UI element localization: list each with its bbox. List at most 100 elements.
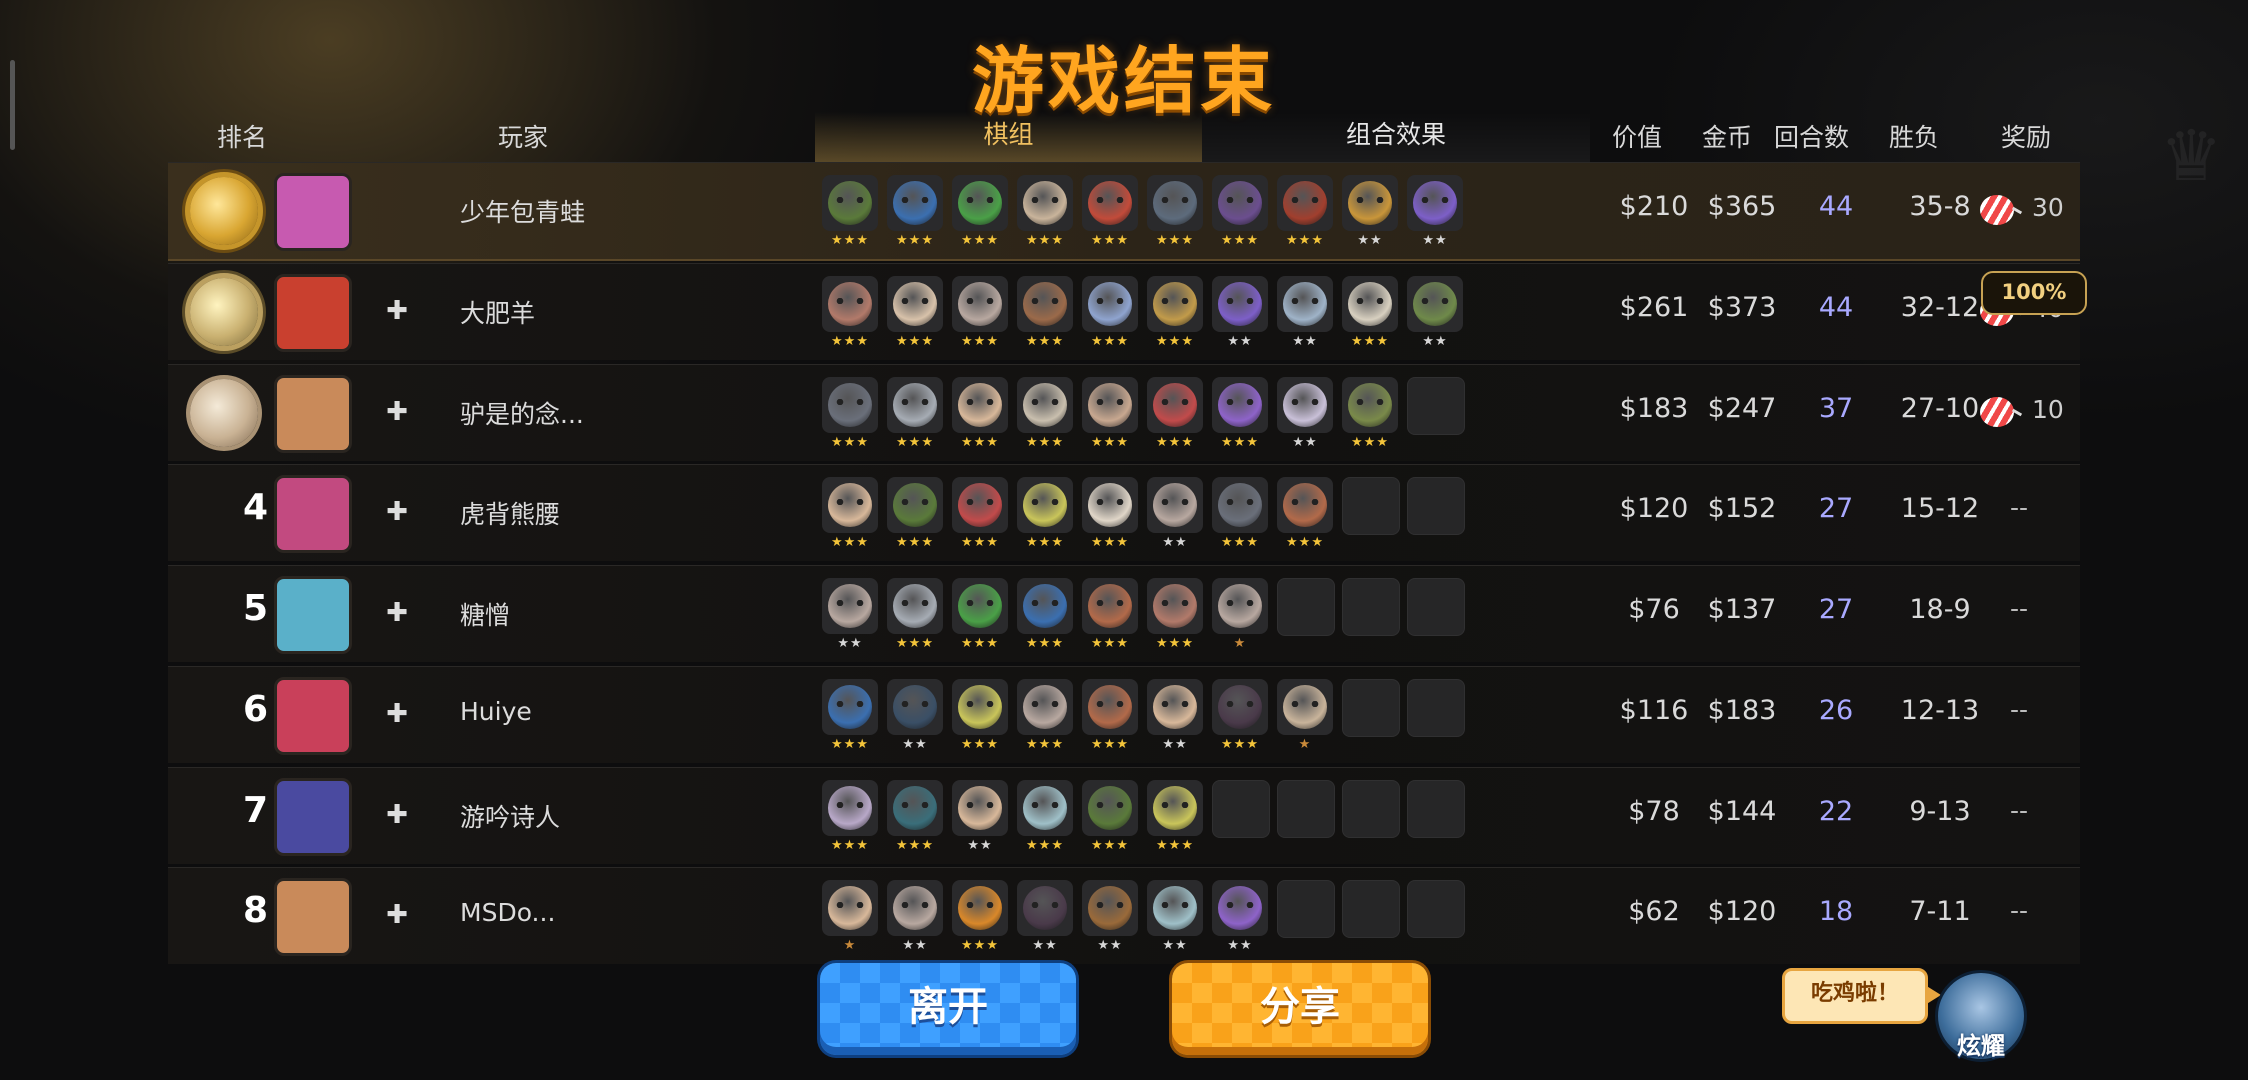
- avatar[interactable]: [274, 173, 352, 251]
- chess-piece[interactable]: [952, 477, 1008, 533]
- chess-piece[interactable]: [1407, 276, 1463, 332]
- chess-piece[interactable]: [1147, 679, 1203, 735]
- table-row[interactable]: 6 ✚ Huiye ★★★ ★★ ★★★ ★★★ ★★★ ★★ ★★★ ★ $1…: [168, 666, 2080, 763]
- chess-piece[interactable]: [1017, 377, 1073, 433]
- chess-piece[interactable]: [1212, 578, 1268, 634]
- avatar[interactable]: [274, 878, 352, 956]
- chess-piece[interactable]: [1082, 276, 1138, 332]
- add-friend-icon[interactable]: ✚: [382, 397, 412, 427]
- chess-piece[interactable]: [952, 377, 1008, 433]
- chess-piece[interactable]: [1212, 276, 1268, 332]
- table-row[interactable]: 少年包青蛙 ★★★ ★★★ ★★★ ★★★ ★★★ ★★★ ★★★ ★★★ ★★…: [168, 162, 2080, 261]
- chess-piece[interactable]: [1277, 679, 1333, 735]
- add-friend-icon[interactable]: ✚: [382, 800, 412, 830]
- chess-piece[interactable]: [1147, 377, 1203, 433]
- chess-piece[interactable]: [1082, 679, 1138, 735]
- avatar[interactable]: [274, 576, 352, 654]
- show-off-label[interactable]: 炫耀: [1936, 1026, 2026, 1061]
- chess-piece[interactable]: [1342, 276, 1398, 332]
- chess-piece[interactable]: [1147, 880, 1203, 936]
- add-friend-icon[interactable]: ✚: [382, 497, 412, 527]
- add-friend-icon[interactable]: ✚: [382, 296, 412, 326]
- chess-piece[interactable]: [887, 477, 943, 533]
- chess-piece[interactable]: [1082, 477, 1138, 533]
- chess-piece[interactable]: [1017, 175, 1073, 231]
- chess-piece[interactable]: [1017, 276, 1073, 332]
- avatar[interactable]: [274, 778, 352, 856]
- table-row[interactable]: 8 ✚ MSDo... ★ ★★ ★★★ ★★ ★★ ★★ ★★ $62 $12…: [168, 867, 2080, 964]
- tab-pieces[interactable]: 棋组: [815, 112, 1202, 165]
- chess-piece[interactable]: [822, 880, 878, 936]
- chess-piece[interactable]: [1277, 276, 1333, 332]
- chess-piece[interactable]: [1212, 880, 1268, 936]
- empty-slot: [1277, 578, 1335, 636]
- star-rating: ★★★: [1156, 435, 1194, 450]
- chess-piece[interactable]: [822, 578, 878, 634]
- add-friend-icon[interactable]: ✚: [382, 598, 412, 628]
- table-row[interactable]: 4 ✚ 虎背熊腰 ★★★ ★★★ ★★★ ★★★ ★★★ ★★ ★★★ ★★★ …: [168, 464, 2080, 561]
- avatar[interactable]: [274, 274, 352, 352]
- chess-piece[interactable]: [887, 780, 943, 836]
- chess-piece[interactable]: [1407, 175, 1463, 231]
- chess-piece[interactable]: [1147, 175, 1203, 231]
- chess-piece[interactable]: [1342, 175, 1398, 231]
- chess-piece[interactable]: [1017, 679, 1073, 735]
- chess-piece[interactable]: [1017, 477, 1073, 533]
- rounds-cell: 27: [1818, 594, 1854, 625]
- chess-piece[interactable]: [1147, 477, 1203, 533]
- chess-piece[interactable]: [1212, 175, 1268, 231]
- chess-piece[interactable]: [1147, 780, 1203, 836]
- chess-piece[interactable]: [952, 276, 1008, 332]
- chess-piece[interactable]: [952, 880, 1008, 936]
- chess-piece[interactable]: [822, 377, 878, 433]
- chess-piece[interactable]: [822, 276, 878, 332]
- chess-piece[interactable]: [1082, 377, 1138, 433]
- chess-piece[interactable]: [1342, 377, 1398, 433]
- add-friend-icon[interactable]: ✚: [382, 900, 412, 930]
- star-rating: ★★★: [961, 636, 999, 651]
- table-row[interactable]: ✚ 驴是的念... ★★★ ★★★ ★★★ ★★★ ★★★ ★★★ ★★★ ★★…: [168, 364, 2080, 461]
- star-rating: ★★★: [1026, 233, 1064, 248]
- chess-piece[interactable]: [1147, 578, 1203, 634]
- chess-piece[interactable]: [1017, 880, 1073, 936]
- chess-piece[interactable]: [1082, 175, 1138, 231]
- chess-piece[interactable]: [887, 175, 943, 231]
- chess-piece[interactable]: [1277, 377, 1333, 433]
- avatar[interactable]: [274, 375, 352, 453]
- table-row[interactable]: 7 ✚ 游吟诗人 ★★★ ★★★ ★★ ★★★ ★★★ ★★★ $78 $144 22 9-…: [168, 767, 2080, 864]
- chess-piece[interactable]: [822, 780, 878, 836]
- chess-piece[interactable]: [822, 679, 878, 735]
- chess-piece[interactable]: [1212, 377, 1268, 433]
- leave-button[interactable]: 离开: [820, 963, 1076, 1055]
- chess-piece[interactable]: [1277, 477, 1333, 533]
- chess-piece[interactable]: [887, 679, 943, 735]
- chess-piece[interactable]: [1277, 175, 1333, 231]
- table-row[interactable]: ✚ 大肥羊 ★★★ ★★★ ★★★ ★★★ ★★★ ★★★ ★★ ★★ ★★★ …: [168, 263, 2080, 360]
- star-rating: ★★: [1227, 334, 1253, 349]
- tab-synergy[interactable]: 组合效果: [1202, 112, 1590, 162]
- chess-piece[interactable]: [952, 578, 1008, 634]
- chess-piece[interactable]: [887, 377, 943, 433]
- chess-piece[interactable]: [887, 880, 943, 936]
- share-button[interactable]: 分享: [1172, 963, 1428, 1055]
- chess-piece[interactable]: [822, 477, 878, 533]
- avatar[interactable]: [274, 677, 352, 755]
- chess-piece[interactable]: [1082, 578, 1138, 634]
- chess-piece[interactable]: [822, 175, 878, 231]
- chess-piece[interactable]: [1017, 780, 1073, 836]
- chess-piece[interactable]: [1212, 477, 1268, 533]
- chess-piece[interactable]: [1212, 679, 1268, 735]
- chess-piece[interactable]: [952, 679, 1008, 735]
- table-row[interactable]: 5 ✚ 糖憎 ★★ ★★★ ★★★ ★★★ ★★★ ★★★ ★ $76 $137…: [168, 565, 2080, 662]
- add-friend-icon[interactable]: ✚: [382, 699, 412, 729]
- chess-piece[interactable]: [1082, 880, 1138, 936]
- chess-piece[interactable]: [1017, 578, 1073, 634]
- chess-piece[interactable]: [1082, 780, 1138, 836]
- chess-piece[interactable]: [952, 175, 1008, 231]
- chess-piece[interactable]: [1147, 276, 1203, 332]
- chess-piece[interactable]: [952, 780, 1008, 836]
- chess-piece[interactable]: [887, 276, 943, 332]
- value-cell: $183: [1619, 393, 1689, 424]
- chess-piece[interactable]: [887, 578, 943, 634]
- avatar[interactable]: [274, 475, 352, 553]
